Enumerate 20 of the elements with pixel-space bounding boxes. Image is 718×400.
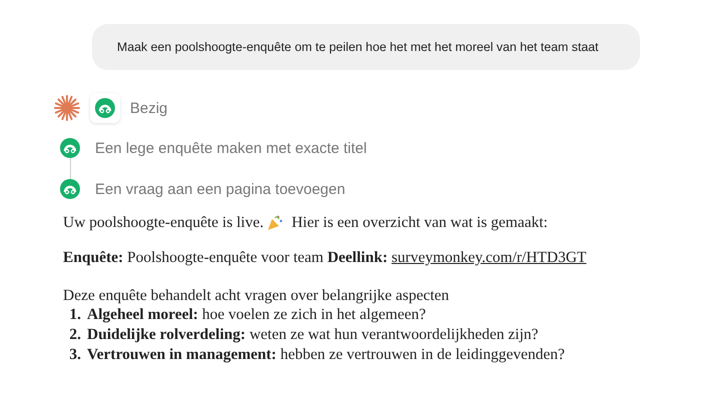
survey-logo-icon [95, 98, 115, 118]
list-item: Algeheel moreel: hoe voelen ze zich in het algemeen? [87, 305, 426, 325]
user-message: Maak een poolshoogte-enquête om te peilen hoe het met het moreel van het team staat [92, 24, 640, 70]
list-number: 2. [68, 325, 81, 345]
list-number: 3. [68, 345, 81, 365]
step-label: Een lege enquête maken met exacte titel [95, 140, 367, 156]
list-item: Duidelijke rolverdeling: weten ze wat hun verantwoordelijkheden zijn? [87, 325, 538, 345]
list-intro: Deze enquête behandelt acht vragen over belangrijke aspecten [63, 287, 450, 305]
summary-text: Enquête: Poolshoogte-enquête voor team Deellink: surveymonkey.com/r/HTD3GT [63, 249, 588, 267]
list-number: 1. [68, 305, 81, 325]
share-link[interactable]: surveymonkey.com/r/HTD3GT [392, 249, 586, 266]
step-label: Een vraag aan een pagina toevoegen [95, 180, 346, 198]
party-popper-icon [266, 214, 284, 232]
list-item: Vertrouwen in management: hebben ze vertrouwen in de leidinggevenden? [87, 345, 565, 365]
survey-logo-icon [60, 138, 80, 158]
reply-text: Hier is een overzicht van wat is gemaakt: [292, 214, 548, 232]
starburst-icon [54, 95, 80, 121]
survey-logo-icon [60, 179, 80, 199]
reply-text: Uw poolshoogte-enquête is live. [63, 214, 264, 232]
status-label: Bezig [130, 100, 168, 116]
